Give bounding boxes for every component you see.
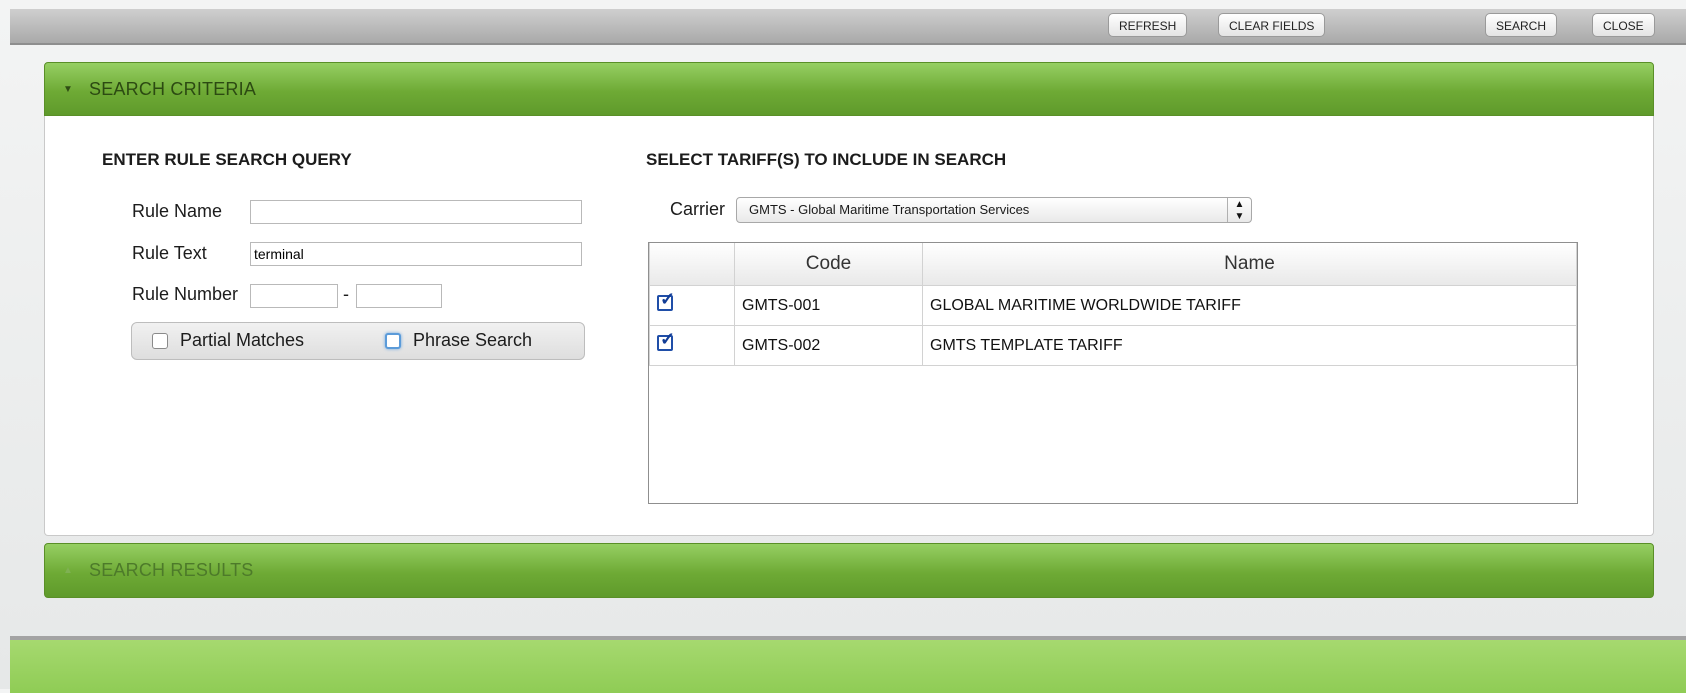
tariff-table: Code Name ✓ GMTS-001 GLOBAL MARITIME WOR…	[648, 242, 1578, 504]
rule-text-input[interactable]	[250, 242, 582, 266]
search-criteria-title: SEARCH CRITERIA	[89, 79, 257, 99]
rule-query-title: ENTER RULE SEARCH QUERY	[102, 150, 352, 169]
expand-caret-icon: ▲	[63, 565, 73, 576]
tariff-code-cell: GMTS-002	[734, 325, 923, 366]
collapse-caret-icon: ▼	[63, 84, 73, 95]
checkmark-icon: ✓	[660, 329, 676, 349]
search-results-title: SEARCH RESULTS	[89, 560, 254, 580]
top-toolbar: REFRESH CLEAR FIELDS SEARCH CLOSE	[10, 9, 1686, 45]
row-checkbox-checked[interactable]: ✓	[657, 329, 675, 351]
rule-name-label: Rule Name	[132, 201, 223, 221]
carrier-label: Carrier	[670, 199, 726, 219]
search-criteria-panel: ENTER RULE SEARCH QUERY Rule Name Rule T…	[44, 116, 1654, 536]
partial-matches-checkbox[interactable]	[152, 333, 168, 349]
rule-number-label: Rule Number	[132, 284, 239, 304]
refresh-button[interactable]: REFRESH	[1108, 13, 1188, 37]
select-arrows-icon: ▲ ▼	[1227, 198, 1251, 222]
rule-text-label: Rule Text	[132, 243, 207, 263]
column-header-select	[649, 243, 735, 286]
rule-number-from-input[interactable]	[250, 284, 338, 308]
rule-number-to-input[interactable]	[356, 284, 442, 308]
search-results-header[interactable]: ▲ SEARCH RESULTS	[44, 543, 1654, 598]
tariff-code-cell: GMTS-001	[734, 285, 923, 326]
table-header-row: Code Name	[649, 243, 1577, 286]
phrase-search-checkbox[interactable]	[385, 333, 401, 349]
checkmark-icon: ✓	[660, 289, 676, 309]
tariff-name-cell: GLOBAL MARITIME WORLDWIDE TARIFF	[922, 285, 1577, 326]
phrase-search-label: Phrase Search	[413, 330, 533, 350]
tariff-select-title: SELECT TARIFF(S) TO INCLUDE IN SEARCH	[646, 150, 1007, 169]
tariff-name-cell: GMTS TEMPLATE TARIFF	[922, 325, 1577, 366]
carrier-selected-value: GMTS - Global Maritime Transportation Se…	[749, 202, 1030, 217]
column-header-name[interactable]: Name	[922, 243, 1577, 286]
rule-name-input[interactable]	[250, 200, 582, 224]
table-row[interactable]: ✓ GMTS-002 GMTS TEMPLATE TARIFF	[649, 325, 1577, 366]
search-button[interactable]: SEARCH	[1485, 13, 1558, 37]
carrier-select[interactable]: GMTS - Global Maritime Transportation Se…	[736, 197, 1252, 223]
search-criteria-header[interactable]: ▼ SEARCH CRITERIA	[44, 62, 1654, 116]
search-options-box: Partial Matches Phrase Search	[131, 322, 585, 360]
column-header-code[interactable]: Code	[734, 243, 923, 286]
row-select-cell: ✓	[649, 325, 735, 366]
clear-fields-button[interactable]: CLEAR FIELDS	[1218, 13, 1326, 37]
rule-number-separator: -	[343, 284, 349, 304]
partial-matches-label: Partial Matches	[180, 330, 305, 350]
row-checkbox-checked[interactable]: ✓	[657, 289, 675, 311]
footer-bar	[10, 636, 1686, 693]
table-row[interactable]: ✓ GMTS-001 GLOBAL MARITIME WORLDWIDE TAR…	[649, 285, 1577, 326]
row-select-cell: ✓	[649, 285, 735, 326]
close-button[interactable]: CLOSE	[1592, 13, 1655, 37]
